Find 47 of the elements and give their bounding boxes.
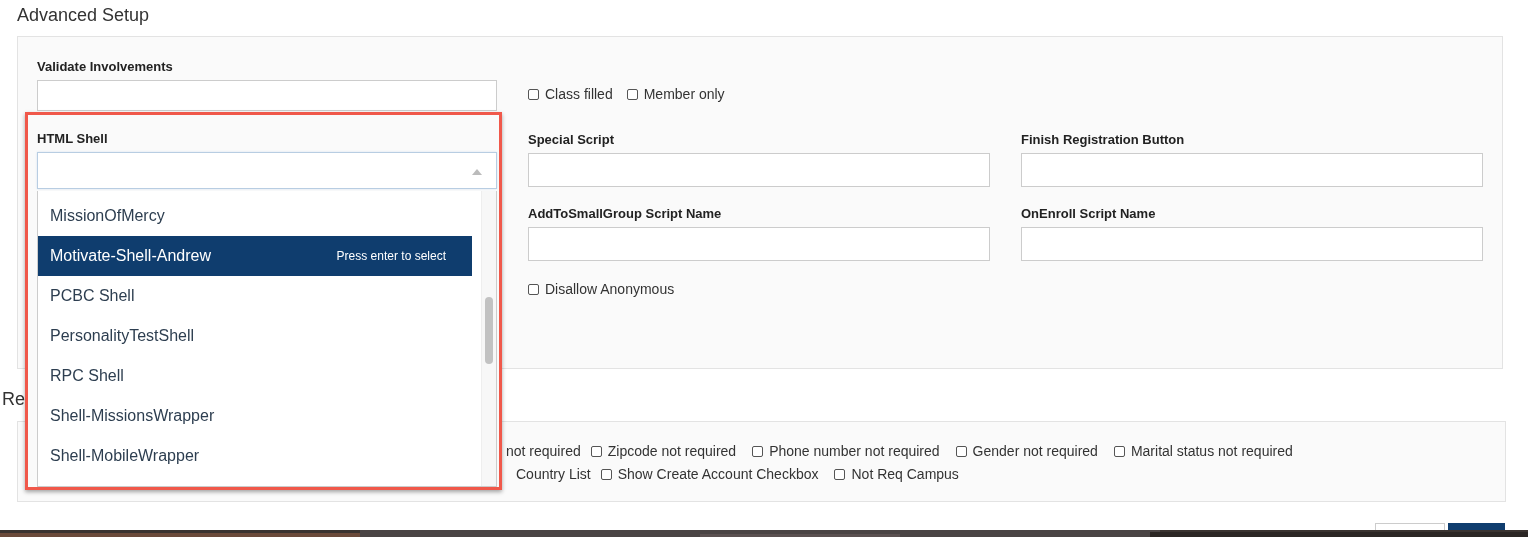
checkbox-label: Phone number not required [769,443,940,459]
checkbox[interactable] [1113,445,1125,457]
checkbox-label: Country List [516,466,591,482]
dropdown-option[interactable]: Shell-MissionsWrapper [38,396,472,436]
checkbox[interactable] [600,468,612,480]
scrollbar-thumb[interactable] [485,297,493,364]
input-field[interactable] [37,80,497,111]
dropdown-option[interactable]: PCBC Shell [38,276,472,316]
field-label: Finish Registration Button [1021,132,1185,147]
checkbox[interactable] [528,88,539,100]
dropdown-option[interactable]: Shell-MobileWrapper [38,436,472,476]
checkbox-label: not required [506,443,581,459]
primary-button[interactable] [1448,523,1505,530]
input-field[interactable] [528,227,990,261]
checkbox-label: Class filled [545,86,613,102]
checkbox-label: Not Req Campus [851,466,959,482]
checkbox[interactable] [752,445,764,457]
input-field[interactable] [528,153,990,187]
outline-button[interactable] [1375,523,1445,530]
checkbox-label: Disallow Anonymous [545,281,675,297]
checkbox-label: Marital status not required [1130,443,1293,459]
dropdown-option[interactable]: Motivate-Shell-Andrew Press enter to select [38,236,472,276]
input-field[interactable] [1021,227,1483,261]
checkbox-label: Zipcode not required [607,443,737,459]
field-label: OnEnroll Script Name [1021,206,1156,221]
checkbox[interactable] [590,445,602,457]
field-label: HTML Shell [37,131,108,146]
checkbox[interactable] [626,88,638,100]
input-field[interactable] [1021,153,1483,187]
field-label: AddToSmallGroup Script Name [528,206,722,221]
field-label: Special Script [528,132,614,147]
dropdown-option[interactable]: MissionOfMercy [38,196,472,236]
checkbox[interactable] [834,468,846,480]
checkbox[interactable] [528,283,539,295]
checkbox-label: Show Create Account Checkbox [617,466,819,482]
scrollbar[interactable] [481,191,496,486]
checkbox[interactable] [955,445,967,457]
hint-text: Press enter to select [336,249,446,263]
section-title: Re [2,389,25,410]
dropdown-field[interactable] [37,152,497,189]
section-title: Advanced Setup [17,5,150,26]
checkbox-label: Member only [643,86,725,102]
dropdown-option[interactable]: RPC Shell [38,356,472,396]
caret-icon [472,169,482,175]
checkbox-label: Gender not required [972,443,1098,459]
field-label: Validate Involvements [37,59,173,74]
dropdown-option[interactable]: PersonalityTestShell [38,316,472,356]
